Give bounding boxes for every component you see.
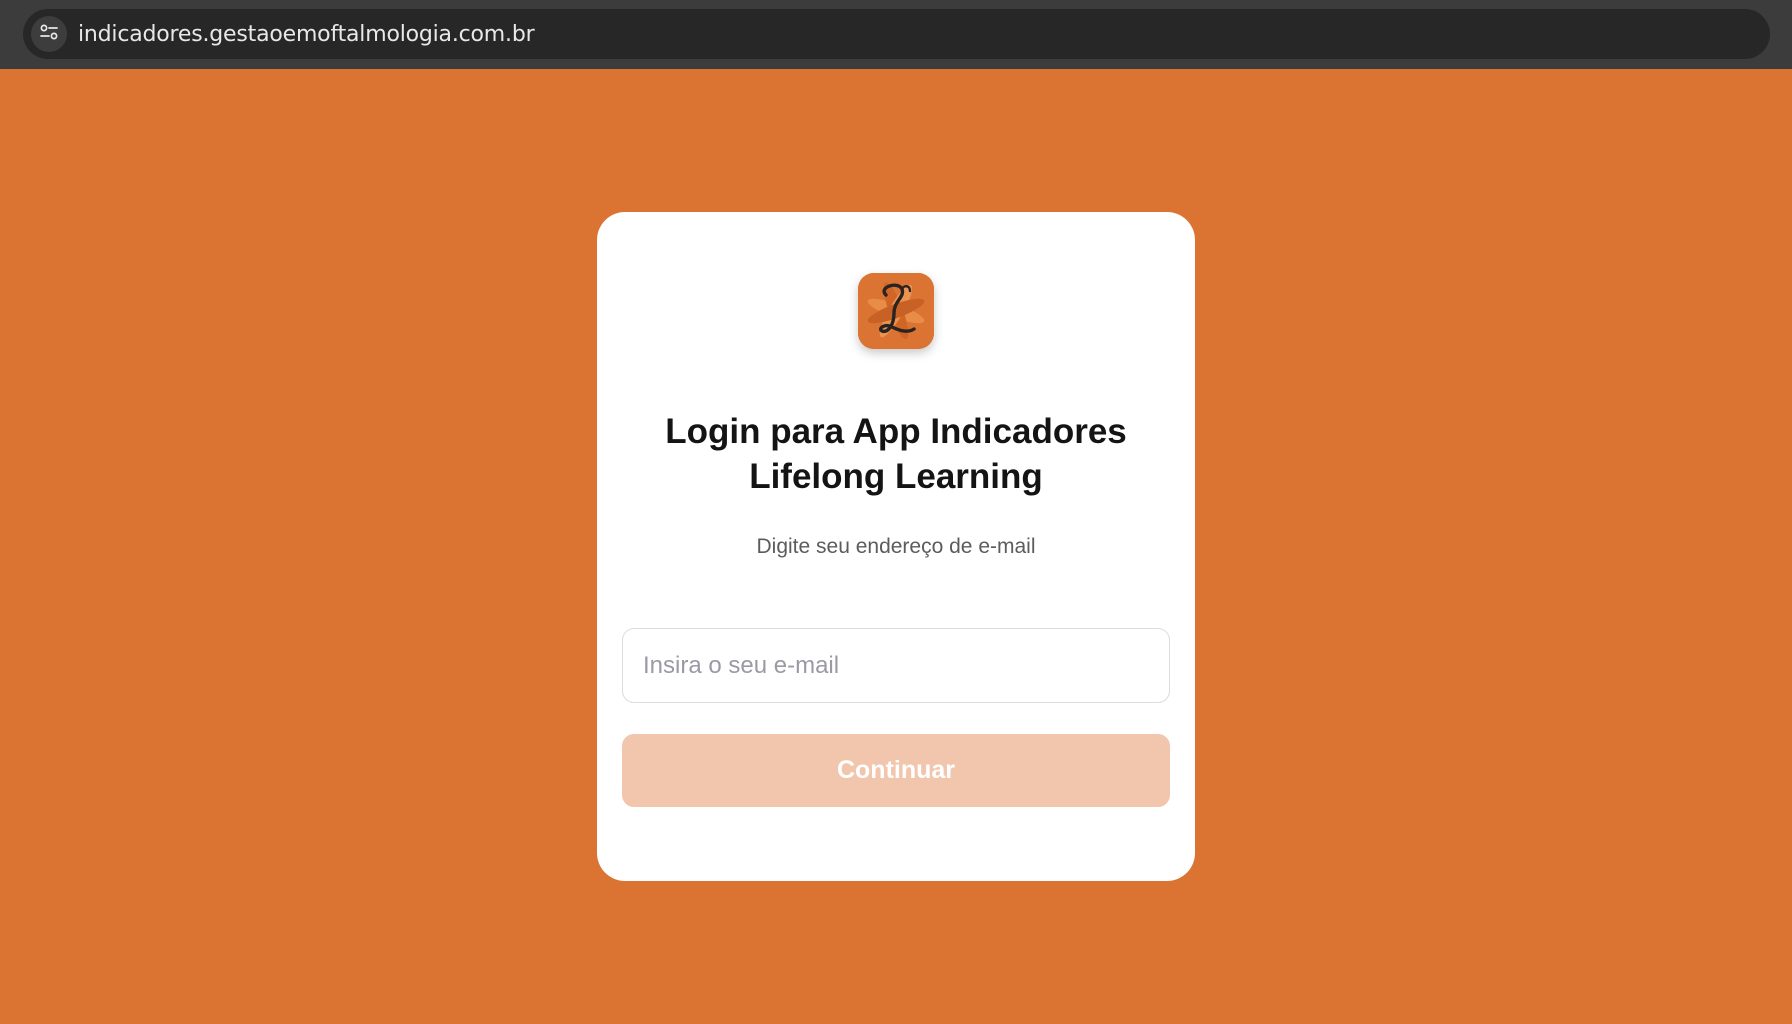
browser-toolbar: indicadores.gestaoemoftalmologia.com.br: [0, 0, 1792, 69]
page-subtitle: Digite seu endereço de e-mail: [756, 535, 1036, 558]
site-info-button[interactable]: [31, 16, 67, 52]
email-field[interactable]: [622, 628, 1170, 703]
title-line-2: Lifelong Learning: [749, 457, 1043, 496]
continue-button[interactable]: Continuar: [622, 734, 1170, 807]
title-line-1: Login para App Indicadores: [665, 412, 1127, 451]
page-title: Login para App Indicadores Lifelong Lear…: [597, 409, 1195, 499]
url-text[interactable]: indicadores.gestaoemoftalmologia.com.br: [78, 22, 535, 47]
address-bar[interactable]: indicadores.gestaoemoftalmologia.com.br: [23, 9, 1770, 59]
lifelong-learning-logo: [858, 273, 934, 349]
login-card: Login para App Indicadores Lifelong Lear…: [597, 212, 1195, 881]
tune-icon: [39, 23, 59, 46]
